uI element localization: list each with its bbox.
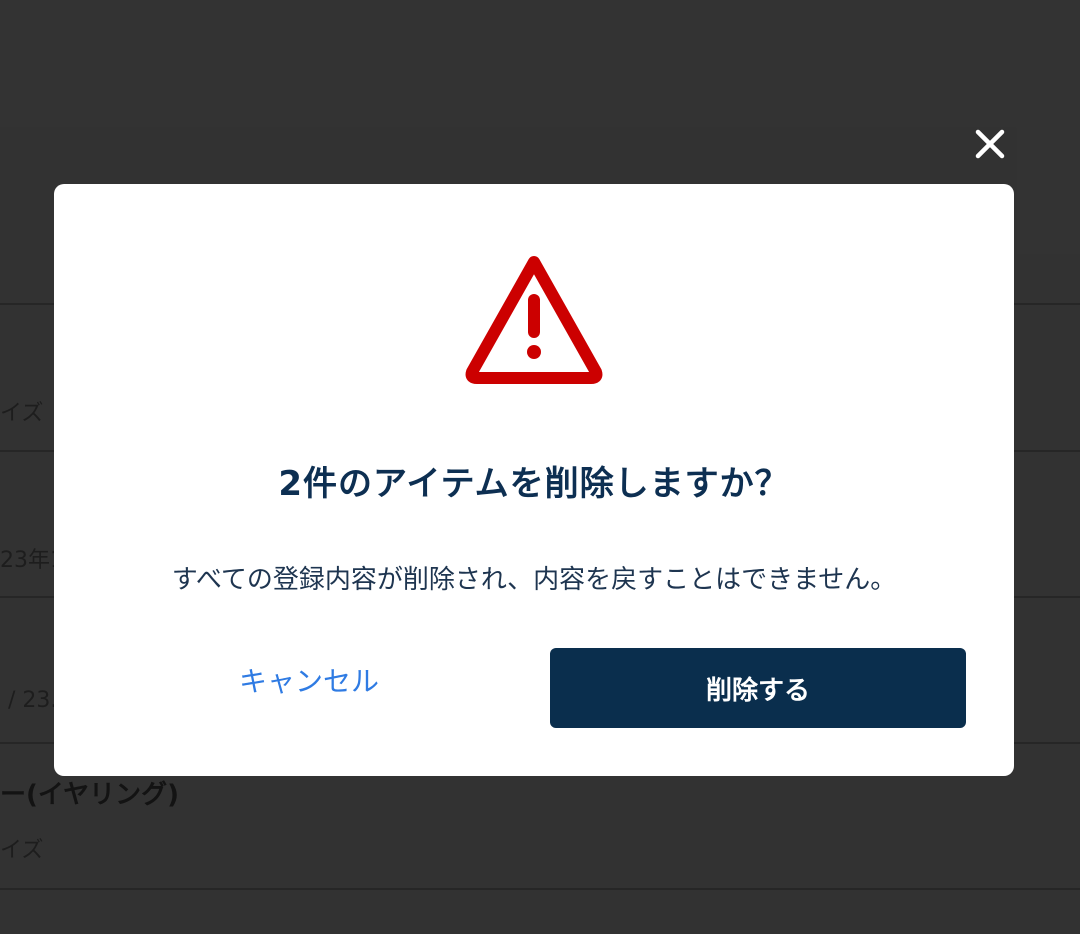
close-icon	[975, 129, 1005, 159]
delete-button[interactable]: 削除する	[550, 648, 966, 728]
delete-confirm-dialog: 2件のアイテムを削除しますか？ すべての登録内容が削除され、内容を戻すことはでき…	[54, 184, 1014, 776]
screen: イズ 23年1 / 23. ー(イヤリング) イズ 2件のアイテムを削除しますか…	[0, 0, 1080, 934]
dialog-title: 2件のアイテムを削除しますか？	[278, 464, 790, 504]
dialog-message: すべての登録内容が削除され、内容を戻すことはできません。	[171, 565, 897, 595]
close-button[interactable]	[970, 124, 1010, 164]
cancel-button[interactable]: キャンセル	[204, 654, 414, 706]
warning-triangle-icon	[465, 256, 603, 384]
